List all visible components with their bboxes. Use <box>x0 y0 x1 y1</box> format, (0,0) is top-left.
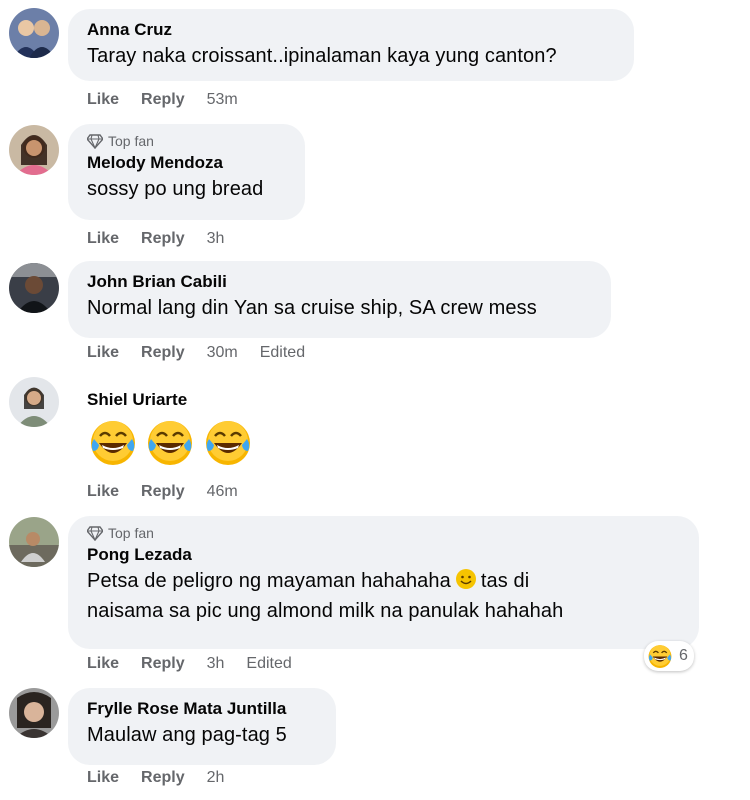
emoji-reply <box>88 417 256 467</box>
diamond-icon <box>87 133 103 149</box>
top-fan-badge: Top fan <box>87 133 285 149</box>
comment-actions: Like Reply 46m <box>87 483 260 501</box>
comment-actions: Like Reply 2h <box>87 769 246 787</box>
comment-bubble: Top fan Melody Mendoza sossy po ung brea… <box>68 124 305 220</box>
avatar[interactable] <box>9 125 59 175</box>
comment-bubble: Anna Cruz Taray naka croissant..ipinalam… <box>68 9 634 81</box>
comment-bubble: John Brian Cabili Normal lang din Yan sa… <box>68 261 611 338</box>
comment-actions: Like Reply 53m <box>87 91 260 109</box>
comment-author[interactable]: Melody Mendoza <box>87 152 285 174</box>
comment-actions: Like Reply 30m Edited <box>87 344 327 362</box>
comment-actions: Like Reply 3h Edited <box>87 655 314 673</box>
like-button[interactable]: Like <box>87 230 119 248</box>
avatar[interactable] <box>9 688 59 738</box>
like-button[interactable]: Like <box>87 91 119 109</box>
reply-button[interactable]: Reply <box>141 769 185 787</box>
timestamp[interactable]: 3h <box>207 655 225 673</box>
timestamp[interactable]: 53m <box>207 91 238 109</box>
reaction-summary[interactable]: 6 <box>644 641 694 671</box>
comment-text: Petsa de peligro ng mayaman hahahaha tas … <box>87 568 564 622</box>
comment-bubble: Frylle Rose Mata Juntilla Maulaw ang pag… <box>68 688 336 765</box>
comment-text: Maulaw ang pag-tag 5 <box>87 724 287 746</box>
laughing-tears-icon <box>203 417 253 467</box>
laughing-tears-icon <box>88 417 138 467</box>
haha-icon <box>647 643 673 669</box>
slight-smile-icon <box>455 568 477 590</box>
timestamp[interactable]: 3h <box>207 230 225 248</box>
like-button[interactable]: Like <box>87 655 119 673</box>
timestamp[interactable]: 30m <box>207 344 238 362</box>
avatar[interactable] <box>9 517 59 567</box>
comment-actions: Like Reply 3h <box>87 230 246 248</box>
avatar[interactable] <box>9 8 59 58</box>
avatar[interactable] <box>9 263 59 313</box>
comment-author[interactable]: John Brian Cabili <box>87 271 591 293</box>
timestamp[interactable]: 46m <box>207 483 238 501</box>
reply-button[interactable]: Reply <box>141 483 185 501</box>
reaction-count: 6 <box>679 647 688 664</box>
diamond-icon <box>87 525 103 541</box>
timestamp[interactable]: 2h <box>207 769 225 787</box>
comment-bubble: Top fan Pong Lezada Petsa de peligro ng … <box>68 516 699 649</box>
reply-button[interactable]: Reply <box>141 344 185 362</box>
comment-author[interactable]: Shiel Uriarte <box>87 389 187 411</box>
comment-text: sossy po ung bread <box>87 178 264 200</box>
comment-author[interactable]: Pong Lezada <box>87 544 679 566</box>
like-button[interactable]: Like <box>87 769 119 787</box>
laughing-tears-icon <box>145 417 195 467</box>
reply-button[interactable]: Reply <box>141 655 185 673</box>
edited-label[interactable]: Edited <box>246 655 291 673</box>
like-button[interactable]: Like <box>87 483 119 501</box>
reply-button[interactable]: Reply <box>141 230 185 248</box>
top-fan-badge: Top fan <box>87 525 679 541</box>
avatar[interactable] <box>9 377 59 427</box>
edited-label[interactable]: Edited <box>260 344 305 362</box>
reply-button[interactable]: Reply <box>141 91 185 109</box>
comment-author[interactable]: Frylle Rose Mata Juntilla <box>87 698 316 720</box>
comment-text: Taray naka croissant..ipinalaman kaya yu… <box>87 45 557 67</box>
like-button[interactable]: Like <box>87 344 119 362</box>
comment-text: Normal lang din Yan sa cruise ship, SA c… <box>87 297 537 319</box>
comment-author[interactable]: Anna Cruz <box>87 19 614 41</box>
